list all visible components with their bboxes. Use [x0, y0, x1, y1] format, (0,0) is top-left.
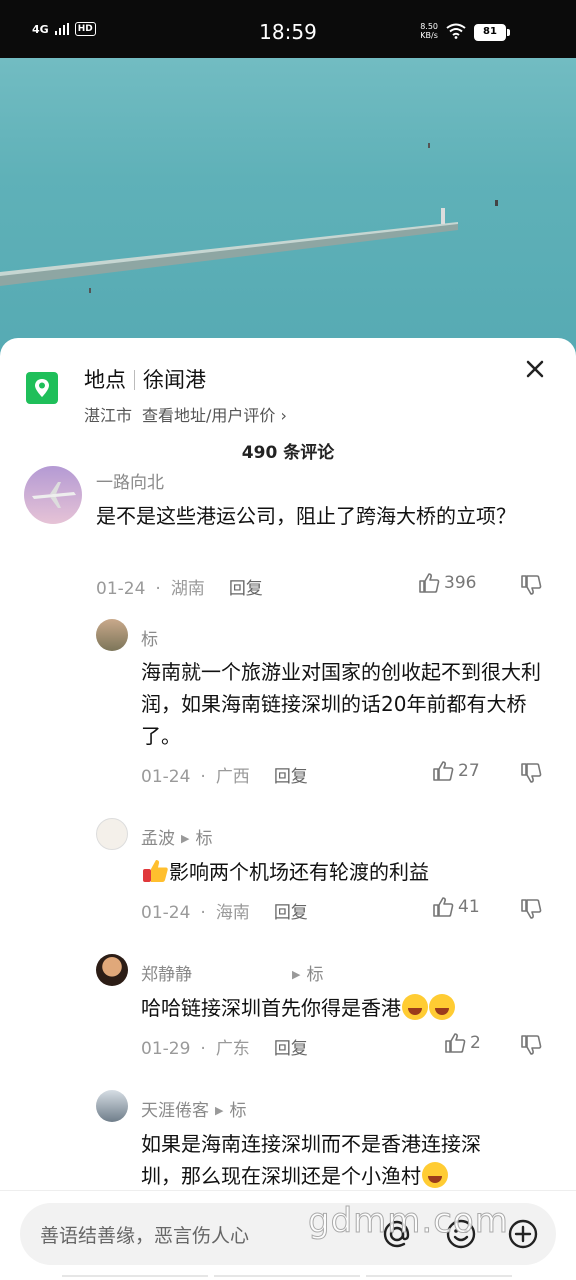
comment-text-line: 如果是海南连接深圳而不是香港连接深: [141, 1132, 481, 1156]
reply-button[interactable]: 回复: [274, 767, 308, 787]
reply-to-user: 标: [306, 965, 324, 985]
location-card[interactable]: 地点 徐闻港 湛江市 查看地址/用户评价 ›: [24, 360, 554, 430]
location-name: 徐闻港: [143, 368, 206, 392]
like-count: 41: [458, 897, 480, 917]
reply-to-user: 标: [195, 829, 213, 849]
like-button[interactable]: 27: [432, 760, 480, 782]
comment-username[interactable]: 天涯倦客 ▶ 标: [141, 1096, 246, 1121]
video-background[interactable]: [0, 58, 576, 358]
like-count: 396: [444, 573, 477, 593]
comment-username[interactable]: 孟波 ▶ 标: [141, 824, 212, 849]
comment-text-line: 圳，那么现在深圳还是个小渔村: [141, 1160, 566, 1192]
like-count: 2: [470, 1033, 481, 1053]
reply-button[interactable]: 回复: [229, 579, 263, 599]
comment-text: 如果是海南连接深圳而不是香港连接深 圳，那么现在深圳还是个小渔村: [141, 1128, 566, 1192]
add-icon[interactable]: [506, 1217, 540, 1251]
like-button[interactable]: 396: [418, 572, 476, 594]
reply-button[interactable]: 回复: [274, 903, 308, 923]
status-bar: 4G HD 18:59 8.50 KB/s 81: [0, 0, 576, 58]
input-placeholder: 善语结善缘，恶言伤人心: [40, 1225, 250, 1247]
thumbs-down-icon[interactable]: [520, 574, 542, 596]
location-detail-link[interactable]: 查看地址/用户评价 ›: [142, 406, 287, 425]
avatar[interactable]: [96, 818, 128, 850]
net-speed-value: 8.50: [420, 22, 438, 31]
location-city: 湛江市: [84, 406, 133, 425]
watermark: gdmm.com: [308, 1201, 509, 1242]
comment-meta: 01-29 · 广东 回复: [141, 1039, 308, 1059]
comment-region: 广东: [215, 1039, 250, 1059]
comment-username[interactable]: 郑静静 ▶ 标: [141, 960, 323, 985]
divider: [134, 370, 135, 390]
thumbs-down-icon[interactable]: [520, 1034, 542, 1056]
location-title: 地点 徐闻港: [84, 364, 206, 394]
location-subtitle: 湛江市 查看地址/用户评价 ›: [84, 402, 287, 426]
comment-region: 海南: [215, 903, 250, 923]
reply-button[interactable]: 回复: [274, 1039, 308, 1059]
avatar[interactable]: [96, 619, 128, 651]
laughing-emoji-icon: [402, 994, 428, 1020]
comment-username[interactable]: 一路向北: [96, 468, 164, 493]
comment-sheet: 地点 徐闻港 湛江市 查看地址/用户评价 › 490 条评论 一路向北 是不是这些港…: [0, 338, 576, 1280]
like-button[interactable]: 41: [432, 896, 480, 918]
reply-arrow-icon: ▶: [215, 1104, 224, 1117]
comment-text: 是不是这些港运公司，阻止了跨海大桥的立项？: [96, 504, 516, 528]
comment-meta: 01-24 · 广西 回复: [141, 767, 308, 787]
thumbs-up-icon: [433, 761, 454, 781]
like-button[interactable]: 2: [444, 1032, 481, 1054]
thumbs-up-icon: [445, 1033, 466, 1053]
status-icons: 8.50 KB/s: [420, 22, 466, 40]
close-icon[interactable]: [524, 358, 546, 380]
comment-meta: 01-24 · 海南 回复: [141, 903, 308, 923]
thumbs-up-icon: [433, 897, 454, 917]
comment-input-bar: 善语结善缘，恶言伤人心 gdmm.com: [0, 1190, 576, 1280]
comment-date: 01-24: [141, 903, 191, 923]
comment-date: 01-24: [96, 579, 146, 599]
grinning-emoji-icon: [422, 1162, 448, 1188]
comment-region: 湖南: [170, 579, 205, 599]
net-speed: 8.50 KB/s: [420, 22, 438, 40]
avatar[interactable]: [96, 954, 128, 986]
comment-username-text: 天涯倦客: [141, 1101, 209, 1121]
reply-to-user: 标: [229, 1101, 247, 1121]
comment-meta: 01-24 · 湖南 回复: [96, 579, 263, 599]
comment-date: 01-29: [141, 1039, 191, 1059]
location-label: 地点: [84, 368, 126, 392]
comment-count: 490 条评论: [241, 443, 335, 463]
thumbs-down-icon[interactable]: [520, 762, 542, 784]
avatar[interactable]: [96, 1090, 128, 1122]
location-pin-icon: [26, 372, 58, 404]
comment-text: 哈哈链接深圳首先你得是香港: [141, 992, 556, 1024]
comment-region: 广西: [215, 767, 250, 787]
comment-text: 海南就一个旅游业对国家的创收起不到很大利润，如果海南链接深圳的话20年前都有大桥…: [141, 660, 541, 748]
laughing-emoji-icon: [429, 994, 455, 1020]
reply-arrow-icon: ▶: [181, 832, 190, 845]
thumbs-down-icon[interactable]: [520, 898, 542, 920]
reply-arrow-icon: ▶: [292, 968, 301, 981]
comment-username-text: 孟波: [141, 829, 175, 849]
thumbs-up-icon: [419, 573, 440, 593]
wifi-icon: [446, 23, 466, 39]
pier-image: [0, 143, 498, 293]
comment-text: 影响两个机场还有轮渡的利益: [141, 856, 556, 888]
comment-username-text: 郑静静: [141, 965, 192, 985]
gesture-bar: [62, 1275, 512, 1278]
battery-icon: 81: [474, 24, 510, 41]
net-speed-unit: KB/s: [420, 31, 438, 40]
thumbs-up-emoji-icon: [143, 860, 168, 882]
comment-date: 01-24: [141, 767, 191, 787]
avatar[interactable]: [24, 466, 82, 524]
like-count: 27: [458, 761, 480, 781]
comment-username[interactable]: 标: [141, 625, 158, 650]
